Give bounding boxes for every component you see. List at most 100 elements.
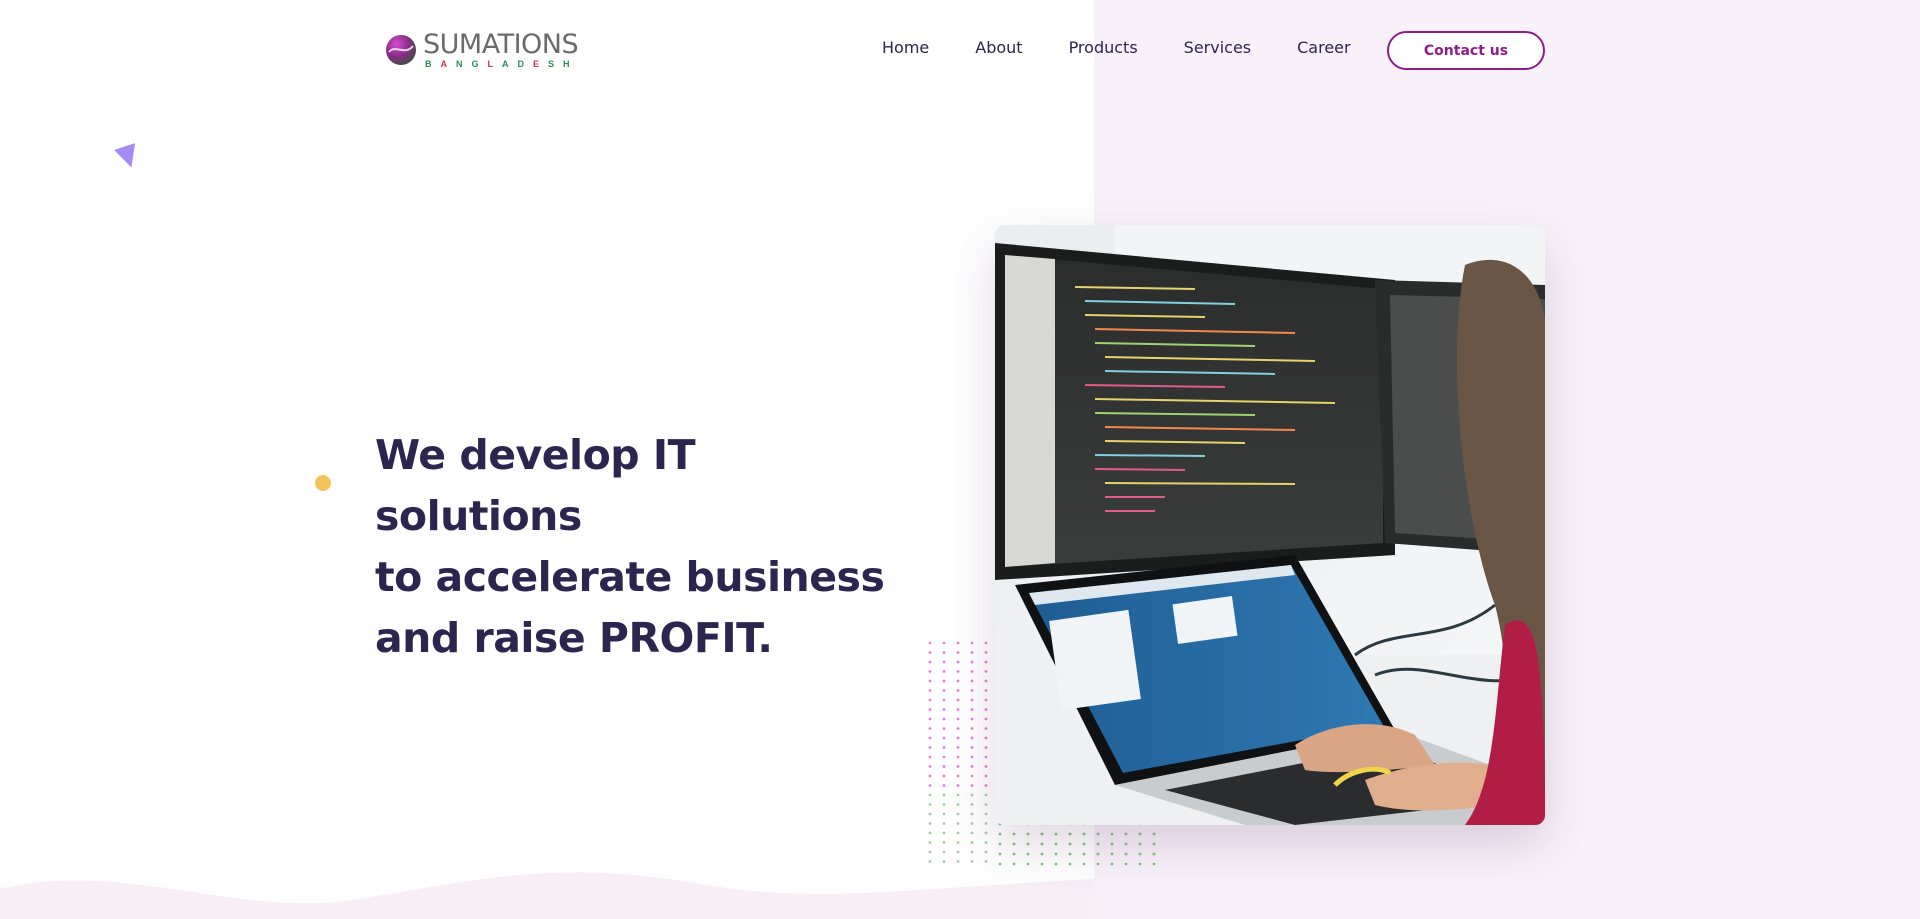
grid-dot: [1138, 862, 1142, 866]
grid-dot: [956, 736, 960, 740]
grid-dot: [942, 831, 946, 835]
grid-dot: [942, 774, 946, 778]
grid-dot: [942, 717, 946, 721]
grid-dot: [970, 850, 974, 854]
tagline-letter: H: [563, 59, 579, 69]
grid-dot: [1054, 842, 1058, 846]
grid-dot: [956, 860, 960, 863]
grid-dot: [1054, 832, 1058, 836]
grid-dot: [956, 727, 960, 730]
grid-dot: [984, 803, 988, 806]
grid-dot: [956, 717, 960, 721]
grid-dot: [1110, 852, 1114, 856]
nav-home[interactable]: Home: [882, 38, 929, 57]
grid-dot: [1152, 862, 1156, 866]
grid-dot: [942, 651, 946, 654]
grid-dot: [942, 784, 946, 787]
grid-dot: [1012, 852, 1016, 856]
grid-dot: [970, 679, 974, 683]
grid-dot: [970, 784, 974, 787]
grid-dot: [970, 660, 974, 664]
yellow-dot-decoration: [315, 475, 331, 491]
grid-dot: [942, 850, 946, 854]
hero-headline: We develop IT solutions to accelerate bu…: [375, 425, 895, 669]
grid-dot: [1068, 862, 1072, 866]
grid-dot: [970, 651, 974, 654]
developer-workspace-photo: [995, 225, 1545, 825]
grid-dot: [942, 822, 946, 825]
grid-dot: [942, 689, 946, 692]
tagline-letter: A: [502, 59, 518, 69]
grid-dot: [1012, 862, 1016, 866]
grid-dot: [928, 641, 932, 645]
grid-dot: [956, 641, 960, 645]
grid-dot: [984, 822, 988, 825]
grid-dot: [928, 803, 932, 806]
nav-products[interactable]: Products: [1069, 38, 1138, 57]
tagline-letter: D: [517, 59, 534, 69]
grid-dot: [1152, 842, 1156, 846]
nav-career[interactable]: Career: [1297, 38, 1350, 57]
site-header: SUMATIONS BANGLADESH Home About Products…: [0, 0, 1920, 100]
grid-dot: [928, 831, 932, 835]
grid-dot: [942, 803, 946, 806]
grid-dot: [956, 651, 960, 654]
nav-about[interactable]: About: [975, 38, 1022, 57]
grid-dot: [1054, 862, 1058, 866]
tagline-letter: A: [440, 59, 456, 69]
tagline-letter: N: [456, 59, 472, 69]
grid-dot: [956, 850, 960, 854]
grid-dot: [1026, 852, 1030, 856]
tagline-letter: G: [471, 59, 488, 69]
grid-dot: [984, 746, 988, 749]
grid-dot: [928, 765, 932, 768]
grid-dot: [1110, 842, 1114, 846]
grid-dot: [1026, 842, 1030, 846]
grid-dot: [1054, 852, 1058, 856]
grid-dot: [956, 812, 960, 816]
headline-line-1: We develop IT solutions: [375, 431, 696, 540]
grid-dot: [942, 812, 946, 816]
grid-dot: [984, 670, 988, 673]
grid-dot: [928, 793, 932, 797]
brand-tagline: BANGLADESH: [423, 60, 579, 69]
grid-dot: [1096, 862, 1100, 866]
grid-dot: [1040, 852, 1044, 856]
grid-dot: [1124, 852, 1128, 856]
grid-dot: [984, 708, 988, 711]
contact-us-button[interactable]: Contact us: [1387, 31, 1545, 70]
grid-dot: [928, 679, 932, 683]
brand-logo[interactable]: SUMATIONS BANGLADESH: [385, 30, 579, 70]
grid-dot: [984, 755, 988, 759]
grid-dot: [984, 812, 988, 816]
grid-dot: [956, 822, 960, 825]
brand-name: SUMATIONS: [423, 29, 579, 60]
grid-dot: [956, 679, 960, 683]
grid-dot: [1082, 862, 1086, 866]
nav-services[interactable]: Services: [1184, 38, 1251, 57]
grid-dot: [998, 852, 1002, 856]
grid-dot: [1026, 862, 1030, 866]
grid-dot: [942, 660, 946, 664]
grid-dot: [956, 689, 960, 692]
grid-dot: [928, 717, 932, 721]
hero-image: [995, 225, 1545, 825]
grid-dot: [942, 736, 946, 740]
grid-dot: [1124, 862, 1128, 866]
grid-dot: [970, 860, 974, 863]
grid-dot: [970, 698, 974, 702]
grid-dot: [1026, 832, 1030, 836]
main-nav: Home About Products Services Career: [882, 38, 1397, 57]
grid-dot: [928, 727, 932, 730]
grid-dot: [1152, 832, 1156, 836]
grid-dot: [1040, 862, 1044, 866]
grid-dot: [970, 803, 974, 806]
grid-dot: [1096, 832, 1100, 836]
grid-dot: [1082, 852, 1086, 856]
grid-dot: [956, 841, 960, 844]
grid-dot: [970, 765, 974, 768]
grid-dot: [928, 755, 932, 759]
tagline-letter: L: [487, 59, 503, 69]
grid-dot: [928, 860, 932, 863]
grid-dot: [1138, 842, 1142, 846]
